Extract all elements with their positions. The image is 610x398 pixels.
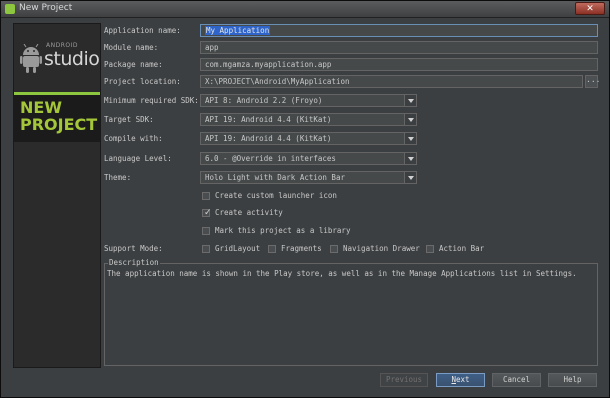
checkbox-box[interactable] — [268, 245, 276, 253]
gridlayout-label: GridLayout — [215, 244, 261, 253]
wizard-sidebar: ANDROID studio NEW PROJECT — [13, 23, 101, 368]
help-button[interactable]: Help — [548, 373, 597, 387]
mark-library-label: Mark this project as a library — [215, 226, 351, 235]
checkbox-box[interactable] — [330, 245, 338, 253]
android-studio-logo: ANDROID studio — [20, 38, 100, 82]
checkbox-box[interactable] — [202, 227, 210, 235]
banner-line-2: PROJECT — [20, 115, 98, 134]
checkmark-icon: ✓ — [204, 208, 212, 218]
chevron-down-icon[interactable] — [404, 95, 416, 106]
checkbox-box[interactable]: ✓ — [202, 208, 212, 218]
language-level-select[interactable]: 6.0 - @Override in interfaces — [200, 152, 417, 165]
window-title: New Project — [19, 3, 73, 13]
language-level-value: 6.0 - @Override in interfaces — [205, 154, 336, 163]
description-legend: Description — [108, 258, 160, 267]
chevron-down-icon[interactable] — [404, 153, 416, 164]
app-name-value: My Application — [205, 26, 271, 35]
close-button[interactable]: ✕ — [575, 2, 605, 15]
new-project-banner: NEW PROJECT — [14, 92, 100, 142]
compile-with-select[interactable]: API 19: Android 4.4 (KitKat) — [200, 132, 417, 145]
navigation-drawer-label: Navigation Drawer — [343, 244, 420, 253]
package-name-label: Package name: — [104, 60, 163, 69]
android-robot-icon — [20, 44, 42, 73]
project-location-label: Project location: — [104, 77, 181, 86]
checkbox-box[interactable] — [202, 192, 210, 200]
banner-line-1: NEW — [20, 98, 62, 117]
title-bar[interactable]: New Project ✕ — [1, 1, 609, 18]
gridlayout-checkbox[interactable]: GridLayout — [202, 244, 262, 255]
theme-select[interactable]: Holo Light with Dark Action Bar — [200, 171, 417, 184]
navigation-drawer-checkbox[interactable]: Navigation Drawer — [330, 244, 420, 255]
compile-with-value: API 19: Android 4.4 (KitKat) — [205, 134, 332, 143]
previous-button[interactable]: Previous — [380, 373, 428, 387]
language-level-label: Language Level: — [104, 154, 172, 163]
chevron-down-icon[interactable] — [404, 133, 416, 144]
custom-launcher-icon-checkbox[interactable]: Create custom launcher icon — [202, 191, 362, 202]
description-text: The application name is shown in the Pla… — [107, 269, 577, 278]
action-bar-checkbox[interactable]: Action Bar — [426, 244, 486, 255]
chevron-down-icon[interactable] — [404, 114, 416, 125]
browse-location-button[interactable]: ... — [585, 75, 600, 88]
next-button[interactable]: Next — [436, 373, 485, 387]
package-name-input[interactable]: com.mgamza.myapplication.app — [200, 58, 598, 71]
fragments-checkbox[interactable]: Fragments — [268, 244, 326, 255]
min-sdk-select[interactable]: API 8: Android 2.2 (Froyo) — [200, 94, 417, 107]
support-mode-label: Support Mode: — [104, 244, 163, 253]
android-studio-icon — [5, 4, 15, 14]
new-project-dialog: New Project ✕ ANDROID studio NEW PROJECT… — [0, 0, 610, 398]
min-sdk-label: Minimum required SDK: — [104, 96, 199, 105]
create-activity-label: Create activity — [215, 208, 283, 217]
module-name-label: Module name: — [104, 43, 159, 52]
create-activity-checkbox[interactable]: ✓ Create activity — [202, 208, 302, 219]
module-name-input[interactable]: app — [200, 41, 598, 54]
mark-library-checkbox[interactable]: Mark this project as a library — [202, 226, 372, 237]
checkbox-box[interactable] — [426, 245, 434, 253]
checkbox-box[interactable] — [202, 245, 210, 253]
theme-value: Holo Light with Dark Action Bar — [205, 173, 345, 182]
target-sdk-select[interactable]: API 19: Android 4.4 (KitKat) — [200, 113, 417, 126]
project-location-input[interactable]: X:\PROJECT\Android\MyApplication — [200, 75, 583, 88]
target-sdk-label: Target SDK: — [104, 115, 154, 124]
custom-launcher-icon-label: Create custom launcher icon — [215, 191, 337, 200]
min-sdk-value: API 8: Android 2.2 (Froyo) — [205, 96, 323, 105]
theme-label: Theme: — [104, 173, 132, 182]
target-sdk-value: API 19: Android 4.4 (KitKat) — [205, 115, 332, 124]
cancel-button[interactable]: Cancel — [492, 373, 541, 387]
compile-with-label: Compile with: — [104, 134, 163, 143]
description-panel: Description The application name is show… — [104, 258, 598, 366]
app-name-label: Application name: — [104, 26, 181, 35]
chevron-down-icon[interactable] — [404, 172, 416, 183]
app-name-input[interactable]: My Application — [200, 24, 598, 37]
logo-studio-text: studio — [44, 48, 100, 70]
fragments-label: Fragments — [281, 244, 322, 253]
next-label-rest: ext — [455, 375, 470, 384]
action-bar-label: Action Bar — [439, 244, 485, 253]
